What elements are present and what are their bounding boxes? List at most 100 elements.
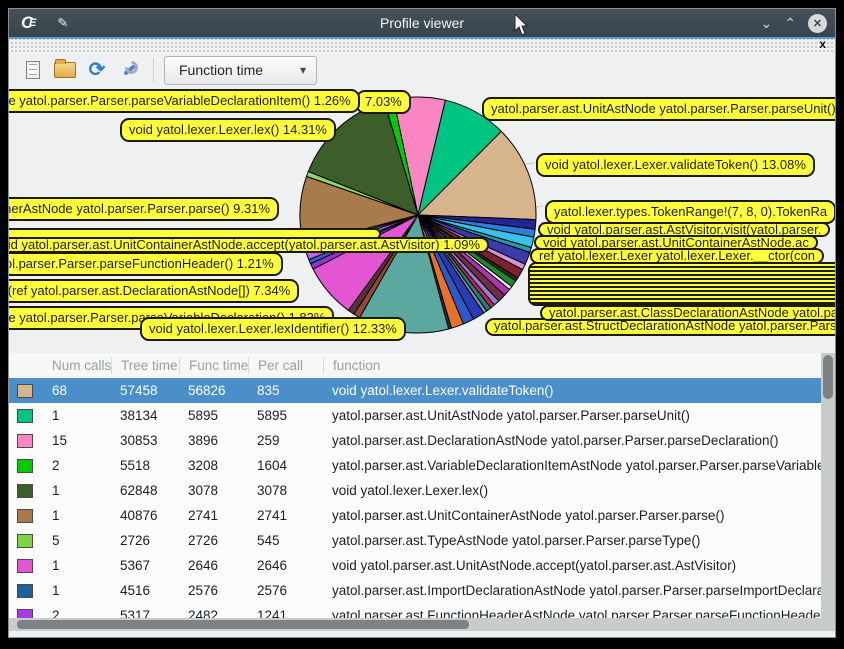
- cell-per-call: 2741: [248, 508, 323, 523]
- close-button[interactable]: ✕: [808, 14, 827, 33]
- table-row[interactable]: 1451625762576yatol.parser.ast.ImportDecl…: [9, 578, 821, 603]
- table-header[interactable]: Num calls Tree time Func time Per call f…: [9, 353, 835, 378]
- cell-func-time: 2576: [179, 583, 248, 598]
- table-row[interactable]: 685745856826835void yatol.lexer.Lexer.va…: [9, 378, 821, 403]
- window-title: Profile viewer: [9, 15, 835, 31]
- cell-tree-time: 5518: [111, 458, 179, 473]
- chart-area: 7.03%ode yatol.parser.Parser.parseVariab…: [9, 88, 835, 353]
- open-folder-icon[interactable]: [53, 58, 77, 82]
- cell-tree-time: 38134: [111, 408, 179, 423]
- cell-function: void yatol.lexer.Lexer.validateToken(): [323, 383, 821, 398]
- cell-num-calls: 1: [43, 508, 111, 523]
- pie-callout-label: void yatol.lexer.Lexer.lex() 14.31%: [120, 118, 336, 142]
- row-color-swatch: [17, 509, 33, 523]
- cell-func-time: 2741: [179, 508, 248, 523]
- cell-function: void yatol.lexer.Lexer.lex(): [323, 483, 821, 498]
- maximize-button[interactable]: ⌃: [784, 18, 796, 28]
- cell-function: yatol.parser.ast.UnitAstNode yatol.parse…: [323, 408, 821, 423]
- cell-per-call: 259: [248, 433, 323, 448]
- cell-function: yatol.parser.ast.TypeAstNode yatol.parse…: [323, 533, 821, 548]
- chevron-down-icon: ▾: [300, 63, 306, 77]
- cell-tree-time: 40876: [111, 508, 179, 523]
- titlebar[interactable]: CE ✏ Profile viewer ⌄ ⌃ ✕: [9, 9, 835, 37]
- pie-callout-label: void yatol.lexer.Lexer.lexIdentifier() 1…: [140, 317, 406, 341]
- cell-per-call: 835: [248, 383, 323, 398]
- pie-callout-label: yatol.lexer.types.TokenRange!(7, 8, 0).T…: [545, 200, 835, 224]
- pie-callout-label: ns(ref yatol.parser.ast.DeclarationAstNo…: [9, 279, 299, 303]
- pie-callout-label: void yatol.lexer.Lexer.validateToken() 1…: [536, 153, 815, 177]
- table-row[interactable]: 527262726545yatol.parser.ast.TypeAstNode…: [9, 528, 821, 553]
- cell-func-time: 2646: [179, 558, 248, 573]
- cell-function: yatol.parser.ast.VariableDeclarationItem…: [323, 458, 821, 473]
- table-body: 685745856826835void yatol.lexer.Lexer.va…: [9, 378, 821, 631]
- cell-num-calls: 15: [43, 433, 111, 448]
- metric-dropdown-value: Function time: [179, 62, 263, 78]
- column-per-call[interactable]: Per call: [248, 357, 323, 374]
- vertical-scrollbar-thumb[interactable]: [823, 355, 833, 399]
- table-row[interactable]: 2551832081604yatol.parser.ast.VariableDe…: [9, 453, 821, 478]
- toolbar-separator: [153, 58, 154, 82]
- pie-callout-label: [528, 262, 835, 306]
- cell-tree-time: 30853: [111, 433, 179, 448]
- report-icon[interactable]: [21, 58, 45, 82]
- pie-callout-label: 7.03%: [356, 90, 411, 114]
- refresh-icon[interactable]: ⟳: [85, 58, 109, 82]
- cell-num-calls: 1: [43, 558, 111, 573]
- horizontal-scrollbar[interactable]: [9, 618, 835, 631]
- cell-num-calls: 1: [43, 583, 111, 598]
- cell-num-calls: 5: [43, 533, 111, 548]
- panel-close-icon[interactable]: x: [819, 37, 826, 51]
- cell-num-calls: 1: [43, 483, 111, 498]
- cell-tree-time: 57458: [111, 383, 179, 398]
- cell-func-time: 2726: [179, 533, 248, 548]
- pie-callout-label: yatol.parser.ast.UnitAstNode yatol.parse…: [482, 97, 835, 121]
- table-row[interactable]: 1536726462646void yatol.parser.ast.UnitA…: [9, 553, 821, 578]
- table-row[interactable]: 15308533896259yatol.parser.ast.Declarati…: [9, 428, 821, 453]
- pie-callout-label: yatol.parser.ast.ClassDeclarationAstNode…: [540, 305, 835, 321]
- wrench-icon[interactable]: [117, 58, 141, 82]
- pie-callout-label: ode yatol.parser.Parser.parseVariableDec…: [9, 89, 360, 113]
- column-function[interactable]: function: [323, 357, 835, 374]
- metric-dropdown[interactable]: Function time ▾: [164, 56, 317, 85]
- cell-tree-time: 4516: [111, 583, 179, 598]
- cell-per-call: 2576: [248, 583, 323, 598]
- column-tree-time[interactable]: Tree time: [111, 357, 179, 374]
- cell-function: void yatol.parser.ast.UnitAstNode.accept…: [323, 558, 821, 573]
- pie-callout-label: ref yatol.lexer.Lexer yatol.lexer.Lexer.…: [530, 248, 824, 264]
- cell-func-time: 3208: [179, 458, 248, 473]
- row-color-swatch: [17, 484, 33, 498]
- cell-num-calls: 1: [43, 408, 111, 423]
- row-color-swatch: [17, 559, 33, 573]
- cell-per-call: 1604: [248, 458, 323, 473]
- pie-callout-label: ainerAstNode yatol.parser.Parser.parse()…: [9, 197, 279, 221]
- cell-tree-time: 62848: [111, 483, 179, 498]
- column-swatch: [9, 357, 43, 374]
- horizontal-scrollbar-thumb[interactable]: [17, 620, 469, 629]
- row-color-swatch: [17, 534, 33, 548]
- cell-tree-time: 5367: [111, 558, 179, 573]
- table-row[interactable]: 16284830783078void yatol.lexer.Lexer.lex…: [9, 478, 821, 503]
- cell-per-call: 545: [248, 533, 323, 548]
- cell-num-calls: 68: [43, 383, 111, 398]
- row-color-swatch: [17, 584, 33, 598]
- dock-header[interactable]: x: [9, 39, 835, 52]
- mouse-cursor: [514, 14, 530, 38]
- cell-function: yatol.parser.ast.ImportDeclarationAstNod…: [323, 583, 821, 598]
- column-func-time[interactable]: Func time: [179, 357, 248, 374]
- profile-viewer-window: CE ✏ Profile viewer ⌄ ⌃ ✕ x ⟳ Function t…: [8, 8, 836, 638]
- cell-func-time: 3078: [179, 483, 248, 498]
- cell-per-call: 2646: [248, 558, 323, 573]
- cell-per-call: 3078: [248, 483, 323, 498]
- cell-function: yatol.parser.ast.DeclarationAstNode yato…: [323, 433, 821, 448]
- pie-callout-label: void yatol.parser.ast.AstVisitor.visit(y…: [538, 222, 830, 237]
- cell-func-time: 56826: [179, 383, 248, 398]
- vertical-scrollbar[interactable]: [821, 353, 835, 618]
- cell-num-calls: 2: [43, 458, 111, 473]
- row-color-swatch: [17, 384, 33, 398]
- column-num-calls[interactable]: Num calls: [43, 357, 111, 374]
- table-row[interactable]: 13813458955895yatol.parser.ast.UnitAstNo…: [9, 403, 821, 428]
- table-row[interactable]: 14087627412741yatol.parser.ast.UnitConta…: [9, 503, 821, 528]
- row-color-swatch: [17, 434, 33, 448]
- results-table: Num calls Tree time Func time Per call f…: [9, 353, 835, 631]
- minimize-button[interactable]: ⌄: [761, 18, 773, 28]
